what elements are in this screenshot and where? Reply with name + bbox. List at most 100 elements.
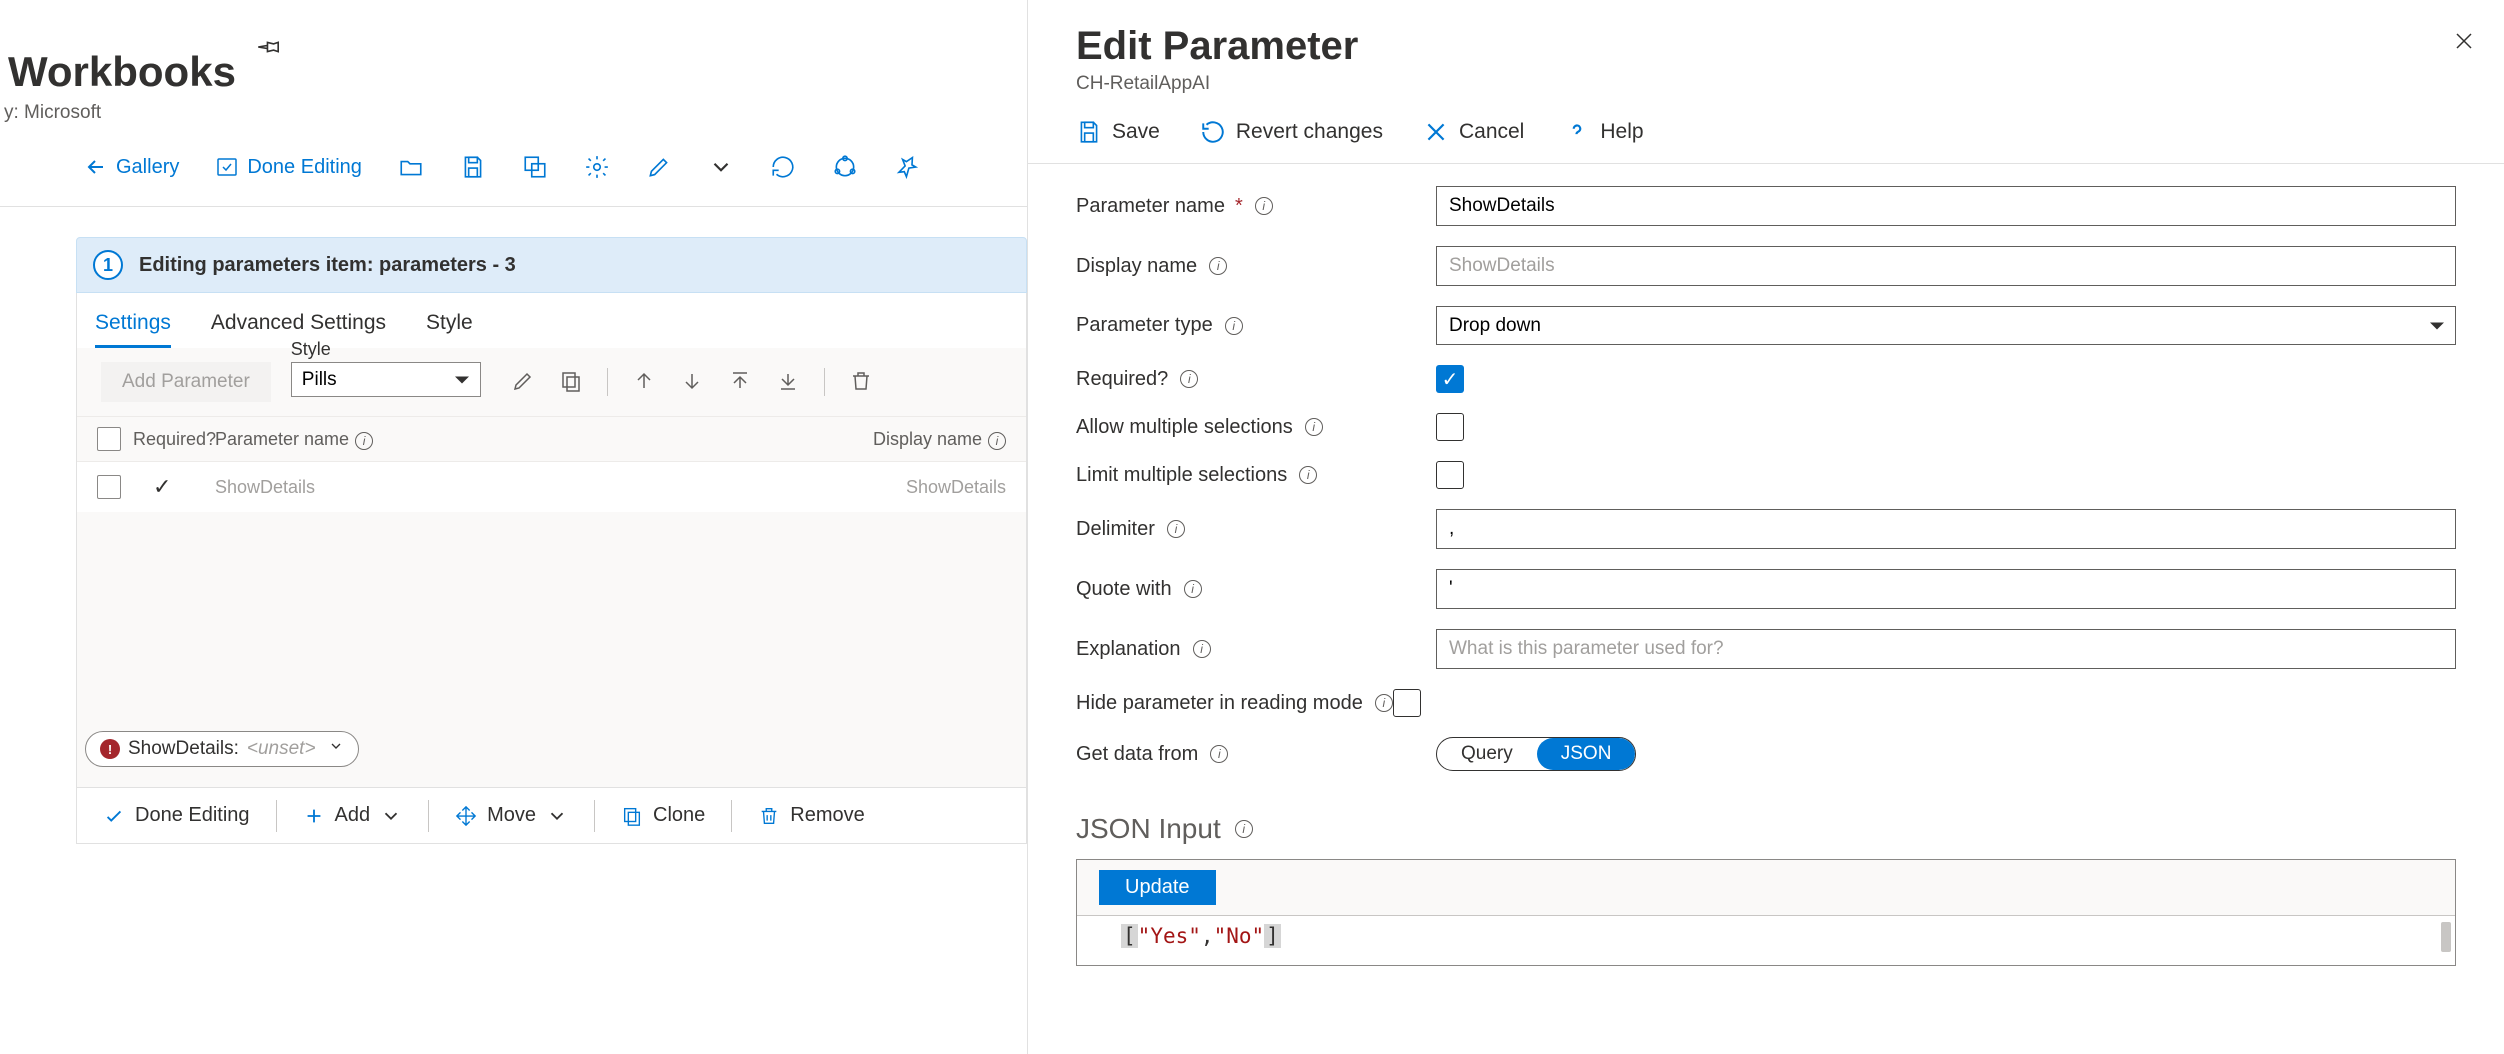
col-required: Required? xyxy=(133,429,203,450)
allow-multiple-checkbox[interactable] xyxy=(1436,413,1464,441)
row-checkbox[interactable] xyxy=(97,475,121,499)
done-editing-button[interactable]: Done Editing xyxy=(211,151,366,183)
toggle-query[interactable]: Query xyxy=(1437,738,1537,770)
info-icon[interactable]: i xyxy=(1210,745,1228,763)
share-icon[interactable] xyxy=(828,150,862,184)
remove-button[interactable]: Remove xyxy=(732,788,890,843)
hide-parameter-checkbox[interactable] xyxy=(1393,689,1421,717)
add-parameter-button[interactable]: Add Parameter xyxy=(101,362,271,402)
delimiter-input[interactable] xyxy=(1436,509,2456,549)
required-check-icon: ✓ xyxy=(133,474,203,500)
table-row[interactable]: ✓ ShowDetails ShowDetails xyxy=(77,461,1026,512)
delete-row-icon[interactable] xyxy=(849,369,873,396)
refresh-icon[interactable] xyxy=(766,150,800,184)
pill-name: ShowDetails: xyxy=(128,738,239,760)
tab-settings[interactable]: Settings xyxy=(95,311,171,348)
parameter-name-input[interactable] xyxy=(1436,186,2456,226)
update-button[interactable]: Update xyxy=(1099,870,1216,905)
warning-icon: ! xyxy=(100,739,120,759)
info-icon[interactable]: i xyxy=(1305,418,1323,436)
info-icon[interactable]: i xyxy=(1255,197,1273,215)
parameter-type-select[interactable]: Drop down xyxy=(1436,306,2456,345)
toggle-json[interactable]: JSON xyxy=(1537,738,1636,770)
move-bottom-icon[interactable] xyxy=(776,369,800,396)
label-display-name: Display namei xyxy=(1076,255,1436,278)
chevron-down-icon[interactable] xyxy=(704,150,738,184)
gallery-button[interactable]: Gallery xyxy=(80,151,183,183)
move-button[interactable]: Move xyxy=(429,788,594,843)
col-display-name: Display namei xyxy=(846,429,1006,450)
item-tabs: Settings Advanced Settings Style xyxy=(76,293,1027,348)
label-get-data-from: Get data fromi xyxy=(1076,743,1436,766)
info-icon[interactable]: i xyxy=(988,432,1006,450)
move-up-icon[interactable] xyxy=(632,369,656,396)
settings-icon[interactable] xyxy=(580,150,614,184)
add-button[interactable]: Add xyxy=(277,788,429,843)
copy-row-icon[interactable] xyxy=(559,369,583,396)
table-header: Required? Parameter namei Display namei xyxy=(77,417,1026,461)
separator xyxy=(607,368,608,396)
close-button[interactable] xyxy=(2452,28,2476,60)
label-hide-parameter: Hide parameter in reading modei xyxy=(1076,692,1393,715)
row-dname: ShowDetails xyxy=(846,477,1006,498)
pin-icon[interactable] xyxy=(256,34,282,63)
bottom-bar: Done Editing Add Move Clone Re xyxy=(76,788,1027,844)
pill-value: <unset> xyxy=(247,738,316,760)
info-icon[interactable]: i xyxy=(1167,520,1185,538)
page-title: Workbooks xyxy=(8,48,236,96)
label-delimiter: Delimiteri xyxy=(1076,518,1436,541)
edit-icon[interactable] xyxy=(642,150,676,184)
display-name-input[interactable] xyxy=(1436,246,2456,286)
json-code-editor[interactable]: ["Yes","No"] xyxy=(1077,915,2455,965)
revert-button[interactable]: Revert changes xyxy=(1200,119,1383,145)
cancel-button[interactable]: Cancel xyxy=(1423,119,1524,145)
quote-input[interactable] xyxy=(1436,569,2456,609)
scrollbar[interactable] xyxy=(2441,922,2451,952)
label-parameter-name: Parameter name*i xyxy=(1076,195,1436,218)
style-select[interactable]: Pills xyxy=(291,362,481,397)
clone-button[interactable]: Clone xyxy=(595,788,731,843)
item-header-text: Editing parameters item: parameters - 3 xyxy=(139,254,516,277)
col-parameter-name: Parameter namei xyxy=(215,429,834,450)
label-explanation: Explanationi xyxy=(1076,638,1436,661)
label-quote-with: Quote withi xyxy=(1076,578,1436,601)
main-toolbar: Gallery Done Editing xyxy=(0,124,1027,207)
move-top-icon[interactable] xyxy=(728,369,752,396)
info-icon[interactable]: i xyxy=(1225,317,1243,335)
parameter-pill[interactable]: ! ShowDetails: <unset> xyxy=(85,731,359,767)
label-limit-multiple: Limit multiple selectionsi xyxy=(1076,464,1436,487)
help-button[interactable]: Help xyxy=(1564,119,1643,145)
pin-toolbar-icon[interactable] xyxy=(890,150,924,184)
select-all-checkbox[interactable] xyxy=(97,427,121,451)
info-icon[interactable]: i xyxy=(1184,580,1202,598)
separator xyxy=(824,368,825,396)
info-icon[interactable]: i xyxy=(1299,466,1317,484)
panel-title: Edit Parameter xyxy=(1076,24,2456,69)
limit-multiple-checkbox[interactable] xyxy=(1436,461,1464,489)
info-icon[interactable]: i xyxy=(1235,820,1253,838)
move-down-icon[interactable] xyxy=(680,369,704,396)
style-label: Style xyxy=(291,339,481,360)
item-header: 1 Editing parameters item: parameters - … xyxy=(76,237,1027,293)
info-icon[interactable]: i xyxy=(1180,370,1198,388)
save-as-icon[interactable] xyxy=(518,150,552,184)
save-icon[interactable] xyxy=(456,150,490,184)
info-icon[interactable]: i xyxy=(1209,257,1227,275)
label-allow-multiple: Allow multiple selectionsi xyxy=(1076,416,1436,439)
open-icon[interactable] xyxy=(394,150,428,184)
chevron-down-icon xyxy=(328,738,344,760)
label-parameter-type: Parameter typei xyxy=(1076,314,1436,337)
json-input-box: Update ["Yes","No"] xyxy=(1076,859,2456,966)
info-icon[interactable]: i xyxy=(1193,640,1211,658)
done-editing-bottom-button[interactable]: Done Editing xyxy=(77,788,276,843)
info-icon[interactable]: i xyxy=(355,432,373,450)
explanation-input[interactable] xyxy=(1436,629,2456,669)
data-source-toggle: Query JSON xyxy=(1436,737,1636,771)
info-icon[interactable]: i xyxy=(1375,694,1393,712)
required-checkbox[interactable]: ✓ xyxy=(1436,365,1464,393)
edit-row-icon[interactable] xyxy=(511,369,535,396)
item-content: Add Parameter Style Pills xyxy=(76,348,1027,788)
save-button[interactable]: Save xyxy=(1076,119,1160,145)
step-number: 1 xyxy=(93,250,123,280)
json-input-title: JSON Inputi xyxy=(1076,813,2456,845)
